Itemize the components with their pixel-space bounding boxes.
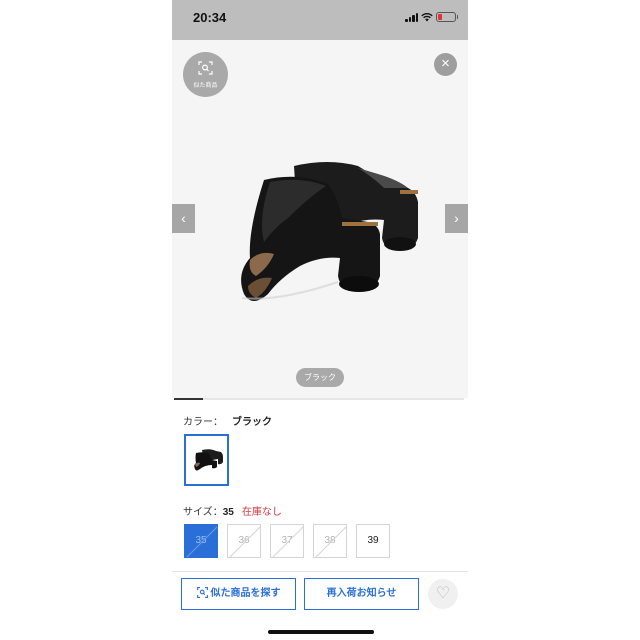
restock-notify-label: 再入荷お知らせ <box>326 588 397 599</box>
size-selector-row: サイズ：35 在庫なし <box>183 503 282 518</box>
image-color-chip: ブラック <box>296 368 344 387</box>
gallery-progress-fill <box>174 398 203 400</box>
unavailable-slash <box>229 526 260 557</box>
size-option-38[interactable]: 38 <box>313 524 347 558</box>
size-value: 35 <box>222 507 234 518</box>
size-option-39[interactable]: 39 <box>356 524 390 558</box>
color-label: カラー： <box>183 417 223 428</box>
heart-icon: ♡ <box>435 585 451 602</box>
phone-screen: 20:34 似た商品 × ‹ › ブラック カラー： ブラック サイズ：35 在… <box>172 0 468 640</box>
unavailable-slash <box>186 526 217 557</box>
find-similar-button[interactable]: 似た商品を探す <box>181 578 296 610</box>
image-search-icon <box>198 61 213 75</box>
product-image <box>241 162 418 301</box>
battery-icon <box>436 12 458 22</box>
size-option-label: 39 <box>367 535 379 546</box>
similar-items-label: 似た商品 <box>193 83 218 89</box>
cellular-signal-icon <box>405 13 419 22</box>
chevron-right-icon: › <box>454 210 459 226</box>
color-selector-row: カラー： ブラック <box>183 413 272 428</box>
unavailable-slash <box>315 526 346 557</box>
previous-image-button[interactable]: ‹ <box>172 204 195 233</box>
size-option-36[interactable]: 36 <box>227 524 261 558</box>
size-option-35[interactable]: 35 <box>184 524 218 558</box>
find-similar-label: 似た商品を探す <box>210 588 281 599</box>
gallery-progress <box>174 398 464 400</box>
wifi-icon <box>421 13 433 22</box>
close-icon: × <box>441 55 450 72</box>
size-option-37[interactable]: 37 <box>270 524 304 558</box>
close-button[interactable]: × <box>434 53 457 76</box>
divider <box>172 571 468 572</box>
swatch-thumbnail <box>194 449 223 471</box>
home-indicator[interactable] <box>268 630 374 634</box>
unavailable-slash <box>272 526 303 557</box>
product-image-gallery[interactable]: 似た商品 × ‹ › ブラック <box>172 40 468 398</box>
similar-items-button[interactable]: 似た商品 <box>183 52 228 97</box>
restock-notify-button[interactable]: 再入荷お知らせ <box>304 578 419 610</box>
color-swatch-black[interactable] <box>184 434 229 486</box>
size-label: サイズ： <box>183 507 223 518</box>
next-image-button[interactable]: › <box>445 204 468 233</box>
chevron-left-icon: ‹ <box>181 210 186 226</box>
color-value: ブラック <box>232 417 272 428</box>
favorite-button[interactable]: ♡ <box>428 579 458 609</box>
stock-status: 在庫なし <box>241 507 282 518</box>
status-bar: 20:34 <box>172 0 468 40</box>
product-sheet: 似た商品 × ‹ › ブラック カラー： ブラック サイズ：35 在庫なし 35… <box>172 40 468 640</box>
status-time: 20:34 <box>193 10 227 25</box>
image-search-icon <box>196 586 208 598</box>
